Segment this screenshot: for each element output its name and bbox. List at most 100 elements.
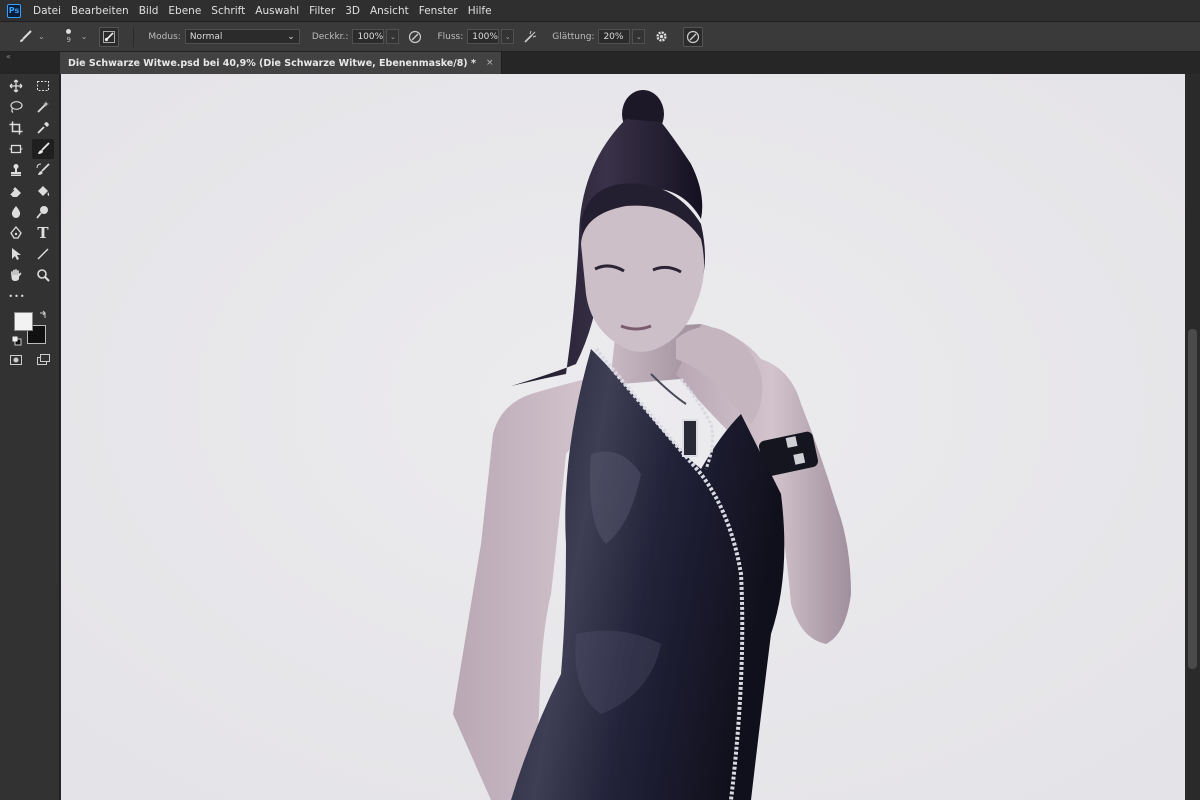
menu-select[interactable]: Auswahl [255, 5, 299, 17]
history-brush-icon [36, 163, 50, 175]
bracelet-stone [785, 436, 798, 448]
chevron-down-icon: ⌄ [504, 32, 511, 41]
move-icon [9, 79, 23, 93]
chevron-down-icon[interactable]: ⌄ [81, 32, 88, 41]
airbrush-icon [524, 30, 537, 43]
brush-icon [20, 29, 32, 42]
airbrush-button[interactable] [520, 27, 540, 47]
brush-preset-picker[interactable]: 9 [57, 25, 81, 49]
menu-window[interactable]: Fenster [419, 5, 458, 17]
eraser-icon [9, 187, 21, 197]
flow-input[interactable]: 100% [467, 29, 500, 44]
close-icon[interactable]: × [486, 58, 494, 68]
brush-icon [38, 142, 50, 154]
smoothing-dropdown-button[interactable]: ⌄ [632, 29, 646, 44]
foreground-color-swatch[interactable] [14, 312, 33, 331]
tools-panel: T ••• [0, 74, 60, 800]
edit-toolbar-button[interactable]: ••• [5, 286, 29, 306]
collapse-panel-icon[interactable]: « [6, 52, 11, 61]
stamp-icon [11, 164, 21, 176]
brush-settings-panel-button[interactable] [99, 26, 120, 47]
menu-3d[interactable]: 3D [345, 5, 360, 17]
chevron-down-icon[interactable]: ⌄ [38, 32, 45, 41]
scrollbar-thumb[interactable] [1188, 329, 1197, 669]
frame-icon [9, 144, 23, 154]
move-tool[interactable] [5, 76, 27, 96]
paint-bucket-icon [38, 186, 50, 196]
path-selection-tool[interactable] [5, 244, 27, 264]
crop-tool[interactable] [5, 118, 27, 138]
mode-select[interactable]: Normal ⌄ [184, 29, 300, 44]
document-tab-bar: « Die Schwarze Witwe.psd bei 40,9% (Die … [0, 52, 1200, 74]
menu-layer[interactable]: Ebene [168, 5, 201, 17]
gear-icon [656, 31, 667, 42]
pressure-opacity-button[interactable] [405, 27, 425, 47]
zoom-tool[interactable] [32, 265, 54, 285]
brush-tool[interactable] [32, 139, 54, 159]
menu-help[interactable]: Hilfe [468, 5, 492, 17]
pen-icon [10, 226, 22, 239]
arrow-pointer-icon [12, 248, 21, 260]
bracelet-stone [793, 452, 806, 465]
pressure-size-button[interactable] [683, 26, 704, 47]
quick-mask-button[interactable] [5, 350, 27, 370]
magic-wand-tool[interactable] [32, 97, 54, 117]
brush-size-value: 9 [66, 36, 71, 44]
opacity-dropdown-button[interactable]: ⌄ [386, 29, 400, 44]
chevron-down-icon: ⌄ [636, 32, 642, 41]
pen-pressure-size-icon [687, 30, 700, 43]
type-tool[interactable]: T [32, 223, 54, 243]
dodge-tool[interactable] [32, 202, 54, 222]
menu-type[interactable]: Schrift [211, 5, 245, 17]
smoothing-label: Glättung: [552, 31, 595, 42]
document-canvas[interactable] [61, 74, 1185, 800]
flow-dropdown-button[interactable]: ⌄ [501, 29, 515, 44]
hand-tool[interactable] [5, 265, 27, 285]
blur-tool[interactable] [5, 202, 27, 222]
menu-filter[interactable]: Filter [309, 5, 335, 17]
flow-value: 100% [472, 31, 498, 42]
swap-colors-icon[interactable] [39, 310, 48, 319]
hand-icon [11, 269, 22, 281]
default-colors-icon[interactable] [12, 336, 22, 346]
type-icon: T [37, 224, 49, 242]
menu-file[interactable]: Datei [33, 5, 61, 17]
clone-stamp-tool[interactable] [5, 160, 27, 180]
more-icon: ••• [8, 291, 26, 301]
smoothing-value: 20% [603, 31, 624, 42]
smoothing-options-button[interactable] [651, 27, 671, 47]
magic-wand-icon [37, 101, 49, 113]
photoshop-logo-icon[interactable]: Ps [7, 3, 21, 18]
eraser-tool[interactable] [5, 181, 27, 201]
mode-value: Normal [189, 31, 223, 42]
menu-edit[interactable]: Bearbeiten [71, 5, 129, 17]
paint-bucket-tool[interactable] [32, 181, 54, 201]
lasso-tool[interactable] [5, 97, 27, 117]
dodge-icon [36, 206, 48, 219]
frame-tool[interactable] [5, 139, 27, 159]
tool-preset-picker[interactable] [12, 26, 38, 48]
opacity-label: Deckkr.: [311, 31, 349, 42]
lasso-icon [10, 101, 23, 113]
options-bar: ⌄ 9 ⌄ Modus: Normal ⌄ Deckkr.: 100% ⌄ Fl… [0, 22, 1200, 52]
drop-icon [11, 206, 21, 218]
vertical-scrollbar[interactable] [1185, 74, 1200, 800]
smoothing-input[interactable]: 20% [598, 29, 631, 44]
screen-mode-button[interactable] [32, 350, 54, 370]
opacity-value: 100% [357, 31, 384, 42]
opacity-input[interactable]: 100% [352, 29, 385, 44]
marquee-tool[interactable] [32, 76, 54, 96]
menu-view[interactable]: Ansicht [370, 5, 409, 17]
history-brush-tool[interactable] [32, 160, 54, 180]
line-tool[interactable] [32, 244, 54, 264]
pen-tool[interactable] [5, 223, 27, 243]
eyedropper-tool[interactable] [32, 118, 54, 138]
brush-tip-icon [66, 29, 72, 34]
document-tab[interactable]: Die Schwarze Witwe.psd bei 40,9% (Die Sc… [60, 52, 503, 74]
quick-mask-icon [10, 355, 22, 365]
magnifier-icon [37, 269, 50, 282]
document-tab-title: Die Schwarze Witwe.psd bei 40,9% (Die Sc… [68, 57, 476, 69]
screen-mode-icon [37, 354, 50, 365]
menu-image[interactable]: Bild [139, 5, 159, 17]
crop-icon [9, 121, 23, 135]
